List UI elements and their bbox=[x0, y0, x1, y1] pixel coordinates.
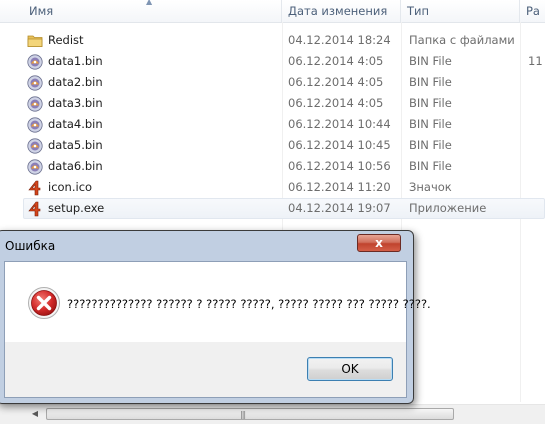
file-type: BIN File bbox=[409, 159, 452, 173]
file-date: 06.12.2014 4:05 bbox=[288, 54, 384, 68]
file-name: data2.bin bbox=[48, 75, 103, 89]
file-type: BIN File bbox=[409, 54, 452, 68]
error-message: ?????????????? ?????? ? ????? ?????, ???… bbox=[67, 297, 431, 311]
column-header-type-label: Тип bbox=[407, 4, 430, 18]
error-dialog: Ошибка x ?????????????? ?????? ? ????? ?… bbox=[0, 230, 431, 404]
file-size bbox=[528, 30, 545, 51]
file-size bbox=[528, 198, 545, 219]
ok-button[interactable]: OK bbox=[307, 357, 393, 381]
file-type: Папка с файлами bbox=[409, 33, 515, 47]
file-size bbox=[528, 135, 545, 156]
file-type: Приложение bbox=[409, 201, 487, 215]
file-name: data5.bin bbox=[48, 138, 103, 152]
file-name: data6.bin bbox=[48, 159, 103, 173]
file-date: 04.12.2014 18:24 bbox=[288, 33, 391, 47]
file-size bbox=[528, 156, 545, 177]
file-name: setup.exe bbox=[48, 201, 105, 215]
grip-icon: ||| bbox=[240, 410, 246, 419]
file-size bbox=[528, 177, 545, 198]
scroll-left-icon[interactable]: ◀ bbox=[28, 408, 42, 420]
file-row-data1[interactable]: data1.bin 06.12.2014 4:05 BIN File 11 bbox=[0, 51, 545, 72]
file-date: 06.12.2014 10:44 bbox=[288, 117, 391, 131]
file-date: 06.12.2014 4:05 bbox=[288, 75, 384, 89]
file-row-redist[interactable]: Redist 04.12.2014 18:24 Папка с файлами bbox=[0, 30, 545, 51]
horizontal-scrollbar[interactable]: ◀ ||| bbox=[0, 404, 545, 424]
close-icon: x bbox=[375, 236, 383, 250]
column-header-type[interactable]: Тип bbox=[401, 0, 520, 22]
bin-file-icon bbox=[27, 159, 43, 175]
bin-file-icon bbox=[27, 117, 43, 133]
bin-file-icon bbox=[27, 138, 43, 154]
scrollbar-thumb[interactable]: ||| bbox=[46, 408, 454, 420]
file-row-data2[interactable]: data2.bin 06.12.2014 4:05 BIN File bbox=[0, 72, 545, 93]
file-date: 06.12.2014 11:20 bbox=[288, 180, 391, 194]
column-header-date[interactable]: Дата изменения bbox=[282, 0, 401, 22]
file-name: data3.bin bbox=[48, 96, 103, 110]
close-button[interactable]: x bbox=[357, 234, 401, 252]
file-row-data4[interactable]: data4.bin 06.12.2014 10:44 BIN File bbox=[0, 114, 545, 135]
column-header-name-label: Имя bbox=[29, 4, 54, 18]
file-type: BIN File bbox=[409, 138, 452, 152]
file-row-data6[interactable]: data6.bin 06.12.2014 10:56 BIN File bbox=[0, 156, 545, 177]
file-row-data5[interactable]: data5.bin 06.12.2014 10:45 BIN File bbox=[0, 135, 545, 156]
column-header-size-label: Ра bbox=[526, 4, 540, 18]
app-4-icon bbox=[28, 180, 41, 196]
bin-file-icon bbox=[27, 96, 43, 112]
error-icon bbox=[28, 287, 60, 319]
file-size: 11 bbox=[528, 54, 543, 68]
file-row-setup-exe[interactable]: setup.exe 04.12.2014 19:07 Приложение bbox=[0, 198, 545, 219]
app-4-icon bbox=[28, 201, 41, 217]
file-row-data3[interactable]: data3.bin 06.12.2014 4:05 BIN File bbox=[0, 93, 545, 114]
column-header-date-label: Дата изменения bbox=[288, 4, 388, 18]
file-type: BIN File bbox=[409, 75, 452, 89]
bin-file-icon bbox=[27, 75, 43, 91]
file-name: data4.bin bbox=[48, 117, 103, 131]
file-name: Redist bbox=[48, 33, 84, 47]
file-type: Значок bbox=[409, 180, 452, 194]
folder-icon bbox=[27, 35, 43, 47]
file-type: BIN File bbox=[409, 96, 452, 110]
sort-up-icon: ▲ bbox=[146, 0, 153, 6]
file-name: data1.bin bbox=[48, 54, 103, 68]
dialog-title: Ошибка bbox=[5, 239, 56, 253]
file-date: 04.12.2014 19:07 bbox=[288, 201, 391, 215]
file-name: icon.ico bbox=[48, 180, 93, 194]
file-date: 06.12.2014 10:56 bbox=[288, 159, 391, 173]
file-date: 06.12.2014 4:05 bbox=[288, 96, 384, 110]
column-header-size[interactable]: Ра bbox=[520, 0, 545, 22]
bin-file-icon bbox=[27, 54, 43, 70]
file-date: 06.12.2014 10:45 bbox=[288, 138, 391, 152]
ok-button-label: OK bbox=[341, 362, 359, 376]
file-type: BIN File bbox=[409, 117, 452, 131]
file-size bbox=[528, 114, 545, 135]
file-size bbox=[528, 72, 545, 93]
file-row-icon-ico[interactable]: icon.ico 06.12.2014 11:20 Значок bbox=[0, 177, 545, 198]
column-header-bar: Имя ▲ Дата изменения Тип Ра bbox=[0, 0, 545, 23]
file-size bbox=[528, 93, 545, 114]
dialog-footer: OK bbox=[4, 342, 407, 398]
